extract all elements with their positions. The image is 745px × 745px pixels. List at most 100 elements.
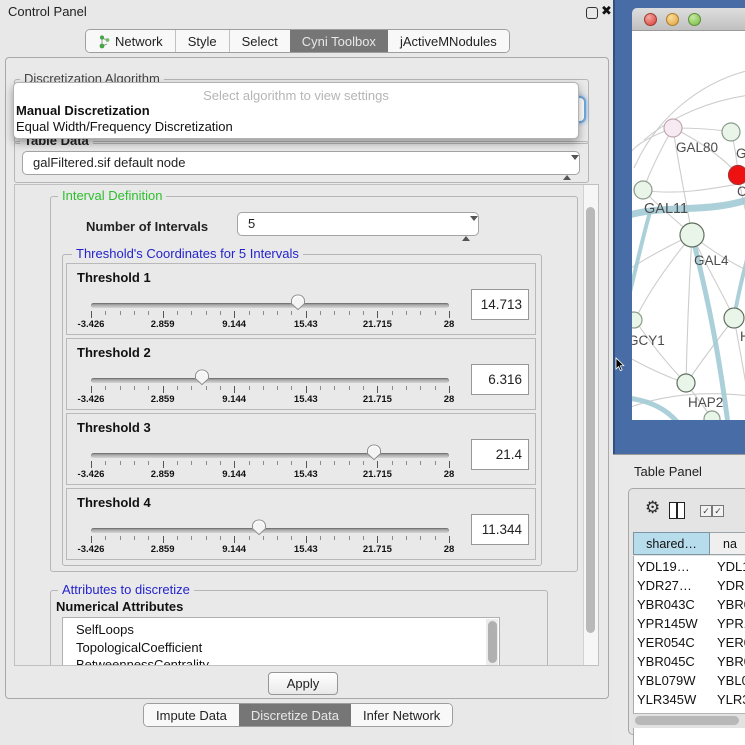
tick-minor xyxy=(177,311,178,315)
close-icon[interactable]: ✖ xyxy=(601,3,612,19)
node-label: GAL4 xyxy=(694,253,729,268)
network-edge[interactable] xyxy=(643,182,745,192)
zoom-traffic-light-icon[interactable] xyxy=(688,13,701,26)
checkbox-icon[interactable]: ✓ xyxy=(700,505,712,517)
network-node[interactable] xyxy=(664,119,682,137)
tab-select[interactable]: Select xyxy=(229,30,290,52)
network-node[interactable] xyxy=(704,411,720,420)
number-of-intervals-combobox[interactable]: 5 xyxy=(237,212,479,236)
checkbox-icon[interactable]: ✓ xyxy=(712,505,724,517)
tab-discretize-data[interactable]: Discretize Data xyxy=(239,704,351,726)
cell-name[interactable]: YBR0 xyxy=(717,595,745,614)
table-data-combobox[interactable]: galFiltered.sif default node xyxy=(22,151,580,175)
cell-shared-name[interactable]: YDL19… xyxy=(637,557,690,576)
network-edge[interactable] xyxy=(635,235,692,320)
threshold-slider-track[interactable] xyxy=(91,528,449,533)
cell-shared-name[interactable]: YER054C xyxy=(637,633,695,652)
tab-infer-network[interactable]: Infer Network xyxy=(351,704,452,726)
tab-style[interactable]: Style xyxy=(175,30,229,52)
cell-shared-name[interactable]: YBR043C xyxy=(637,595,695,614)
cell-shared-name[interactable]: YPR145W xyxy=(637,614,698,633)
tab-impute-data[interactable]: Impute Data xyxy=(144,704,239,726)
horizontal-scrollbar[interactable] xyxy=(633,713,745,728)
cell-name[interactable]: YPR1 xyxy=(717,614,745,633)
column-header-shared-name[interactable]: shared… xyxy=(633,532,710,555)
table-row[interactable]: YBR043C YBR0 xyxy=(634,595,745,614)
close-traffic-light-icon[interactable] xyxy=(644,13,657,26)
network-edge-highlighted[interactable] xyxy=(632,212,650,292)
tick-label: 2.859 xyxy=(151,469,175,480)
tick-minor xyxy=(249,461,250,465)
table-row[interactable]: YDR27… YDR2 xyxy=(634,576,745,595)
cell-name[interactable]: YDL1 xyxy=(717,557,745,576)
threshold-slider-thumb[interactable] xyxy=(251,519,267,536)
network-node[interactable] xyxy=(722,123,740,141)
tab-label: Infer Network xyxy=(363,708,440,723)
tab-jactivemnodules[interactable]: jActiveMNodules xyxy=(388,30,509,52)
threshold-value-field[interactable]: 21.4 xyxy=(471,439,529,470)
threshold-slider-thumb[interactable] xyxy=(290,294,306,311)
network-edge[interactable] xyxy=(632,358,685,383)
cell-shared-name[interactable]: YBL079W xyxy=(637,671,696,690)
cell-name[interactable]: YBL0 xyxy=(717,671,745,690)
table-row[interactable]: YBL079W YBL0 xyxy=(634,671,745,690)
threshold-slider-thumb[interactable] xyxy=(366,444,382,461)
network-window[interactable]: GAL80GACGAL11GAL4GCY1HHAP2 xyxy=(632,8,745,420)
threshold-value-field[interactable]: 11.344 xyxy=(471,514,529,545)
algorithm-option[interactable]: Manual Discretization xyxy=(14,103,578,119)
network-window-titlebar[interactable] xyxy=(632,8,745,31)
table-row[interactable]: YLR345W YLR3 xyxy=(634,690,745,709)
network-node[interactable] xyxy=(729,166,745,185)
gear-icon[interactable]: ⚙ xyxy=(645,499,660,516)
attribute-list-item[interactable]: SelfLoops xyxy=(63,621,499,639)
threshold-slider-thumb[interactable] xyxy=(194,369,210,386)
tick-minor xyxy=(363,461,364,465)
table-row[interactable]: YER054C YER0 xyxy=(634,633,745,652)
cell-name[interactable]: YLR3 xyxy=(717,690,745,709)
numerical-attributes-list[interactable]: SelfLoopsTopologicalCoefficientBetweenne… xyxy=(62,617,500,666)
tick-label: 9.144 xyxy=(222,469,246,480)
settings-scrollbar-thumb[interactable] xyxy=(586,207,595,633)
threshold-value-field[interactable]: 6.316 xyxy=(471,364,529,395)
list-scrollbar[interactable] xyxy=(486,619,498,666)
cell-name[interactable]: YBR0 xyxy=(717,652,745,671)
attribute-list-item[interactable]: BetweennessCentrality xyxy=(63,656,499,666)
attribute-list-item[interactable]: TopologicalCoefficient xyxy=(63,639,499,657)
table-row[interactable]: YBR045C YBR0 xyxy=(634,652,745,671)
cell-name[interactable]: YER0 xyxy=(717,633,745,652)
threshold-slider-track[interactable] xyxy=(91,303,449,308)
network-edge[interactable] xyxy=(686,235,692,383)
column-header-name[interactable]: na xyxy=(710,532,745,555)
cell-name[interactable]: YDR2 xyxy=(717,576,745,595)
tab-network[interactable]: Network xyxy=(86,30,175,52)
settings-scrollbar[interactable] xyxy=(583,185,598,665)
float-window-icon[interactable] xyxy=(586,7,598,19)
network-edge-highlighted[interactable] xyxy=(632,398,679,420)
cell-shared-name[interactable]: YDR27… xyxy=(637,576,692,595)
tick-minor xyxy=(277,311,278,315)
split-columns-icon[interactable] xyxy=(669,502,685,519)
horizontal-scrollbar-thumb[interactable] xyxy=(635,716,739,725)
network-edge-highlighted[interactable] xyxy=(734,248,745,318)
threshold-label: Threshold 1 xyxy=(77,270,151,285)
network-canvas[interactable]: GAL80GACGAL11GAL4GCY1HHAP2 xyxy=(632,31,745,420)
network-node[interactable] xyxy=(724,308,744,328)
threshold-slider-track[interactable] xyxy=(91,378,449,383)
cell-shared-name[interactable]: YLR345W xyxy=(637,690,696,709)
minimize-traffic-light-icon[interactable] xyxy=(666,13,679,26)
list-scrollbar-thumb[interactable] xyxy=(488,621,497,663)
tab-cyni-toolbox[interactable]: Cyni Toolbox xyxy=(290,30,388,52)
algorithm-option[interactable]: Equal Width/Frequency Discretization xyxy=(14,119,578,135)
cell-shared-name[interactable]: YBR045C xyxy=(637,652,695,671)
number-of-intervals-label: Number of Intervals xyxy=(86,219,208,234)
threshold-value-field[interactable]: 14.713 xyxy=(471,289,529,320)
table-row[interactable]: YPR145W YPR1 xyxy=(634,614,745,633)
network-node[interactable] xyxy=(634,181,652,199)
network-node[interactable] xyxy=(677,374,695,392)
table-row[interactable]: YDL19… YDL1 xyxy=(634,557,745,576)
apply-button[interactable]: Apply xyxy=(268,672,338,695)
network-edge[interactable] xyxy=(692,235,734,318)
network-node[interactable] xyxy=(632,312,642,328)
threshold-slider-track[interactable] xyxy=(91,453,449,458)
network-node[interactable] xyxy=(680,223,704,247)
